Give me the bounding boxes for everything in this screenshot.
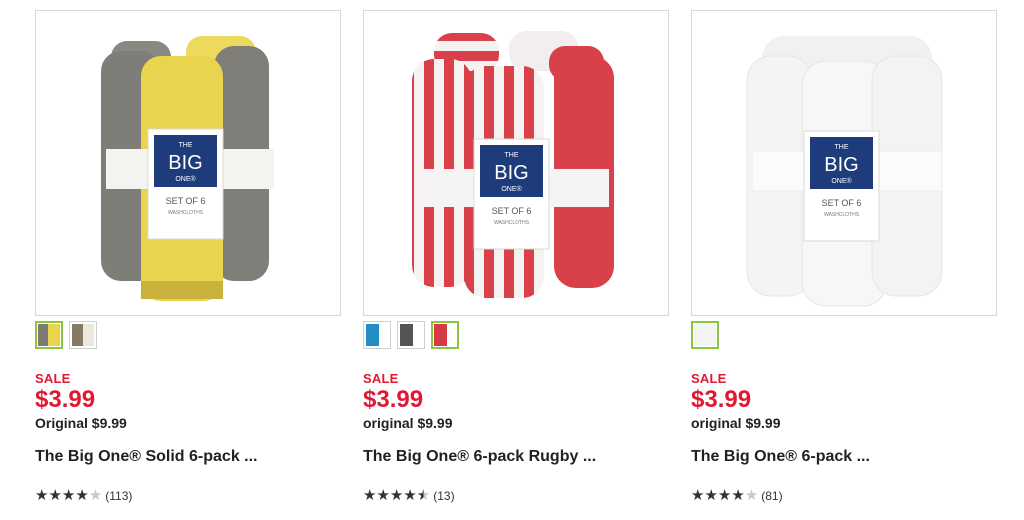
original-price: original $9.99 bbox=[363, 415, 453, 431]
star-rating-icon: ★★★★★ bbox=[363, 488, 430, 503]
package-label-big: BIG bbox=[494, 162, 528, 184]
color-swatches bbox=[691, 321, 997, 355]
product-title-link[interactable]: The Big One® 6-pack Rugby ... bbox=[363, 448, 669, 466]
product-title-link[interactable]: The Big One® 6-pack ... bbox=[691, 448, 997, 466]
package-label-one: ONE® bbox=[501, 185, 522, 193]
swatch-grey-yellow[interactable] bbox=[35, 321, 63, 349]
sale-price: $3.99 bbox=[35, 386, 96, 413]
package-label-the: THE bbox=[179, 142, 193, 149]
rating[interactable]: ★★★★★ (81) bbox=[691, 488, 997, 503]
star-rating-icon: ★★★★★ bbox=[35, 488, 102, 503]
product-image[interactable]: THE BIG ONE® SET OF 6 WASHCLOTHS bbox=[691, 10, 997, 316]
product-card: THE BIG ONE® SET OF 6 WASHCLOTHS SALE $3… bbox=[363, 10, 669, 503]
package-label-set: SET OF 6 bbox=[822, 198, 862, 208]
product-title-link[interactable]: The Big One® Solid 6-pack ... bbox=[35, 448, 341, 466]
sale-label: SALE bbox=[35, 371, 71, 386]
sale-label: SALE bbox=[691, 371, 727, 386]
swatch-blue[interactable] bbox=[363, 321, 391, 349]
rating[interactable]: ★★★★★ (13) bbox=[363, 488, 669, 503]
package-label-washcloths: WASHCLOTHS bbox=[494, 220, 530, 226]
package-label-big: BIG bbox=[168, 152, 202, 174]
washcloth-bundle-image: THE BIG ONE® SET OF 6 WASHCLOTHS bbox=[412, 31, 614, 298]
package-label-one: ONE® bbox=[831, 177, 852, 185]
swatch-red[interactable] bbox=[431, 321, 459, 349]
package-label-set: SET OF 6 bbox=[492, 206, 532, 216]
swatch-taupe[interactable] bbox=[69, 321, 97, 349]
half-star: ★ bbox=[416, 487, 431, 504]
sale-label: SALE bbox=[363, 371, 399, 386]
original-price: original $9.99 bbox=[691, 415, 781, 431]
washcloth-bundle-image: THE BIG ONE® SET OF 6 WASHCLOTHS bbox=[101, 36, 274, 301]
package-label-set: SET OF 6 bbox=[166, 196, 206, 206]
package-label-big: BIG bbox=[824, 154, 858, 176]
package-label-one: ONE® bbox=[175, 175, 196, 183]
sale-price: $3.99 bbox=[363, 386, 424, 413]
review-count: (13) bbox=[433, 488, 455, 503]
review-count: (113) bbox=[105, 488, 133, 503]
filled-stars: ★★★★ bbox=[691, 487, 745, 504]
filled-stars: ★★★★ bbox=[35, 487, 89, 504]
package-label-washcloths: WASHCLOTHS bbox=[168, 210, 204, 216]
color-swatches bbox=[363, 321, 669, 355]
package-label-the: THE bbox=[835, 144, 849, 151]
washcloth-bundle-image: THE BIG ONE® SET OF 6 WASHCLOTHS bbox=[746, 36, 943, 307]
product-image[interactable]: THE BIG ONE® SET OF 6 WASHCLOTHS bbox=[363, 10, 669, 316]
package-label-the: THE bbox=[505, 152, 519, 159]
rating[interactable]: ★★★★★ (113) bbox=[35, 488, 341, 503]
filled-stars: ★★★★ bbox=[363, 487, 417, 504]
product-card: THE BIG ONE® SET OF 6 WASHCLOTHS SALE $3… bbox=[35, 10, 341, 503]
color-swatches bbox=[35, 321, 341, 355]
sale-price: $3.99 bbox=[691, 386, 752, 413]
package-label-washcloths: WASHCLOTHS bbox=[824, 212, 860, 218]
swatch-white[interactable] bbox=[691, 321, 719, 349]
review-count: (81) bbox=[761, 488, 783, 503]
original-price: Original $9.99 bbox=[35, 415, 127, 431]
star-rating-icon: ★★★★★ bbox=[691, 488, 758, 503]
swatch-grey[interactable] bbox=[397, 321, 425, 349]
product-image[interactable]: THE BIG ONE® SET OF 6 WASHCLOTHS bbox=[35, 10, 341, 316]
product-card: THE BIG ONE® SET OF 6 WASHCLOTHS SALE $3… bbox=[691, 10, 997, 503]
empty-star: ★ bbox=[88, 487, 103, 504]
empty-star: ★ bbox=[744, 487, 759, 504]
